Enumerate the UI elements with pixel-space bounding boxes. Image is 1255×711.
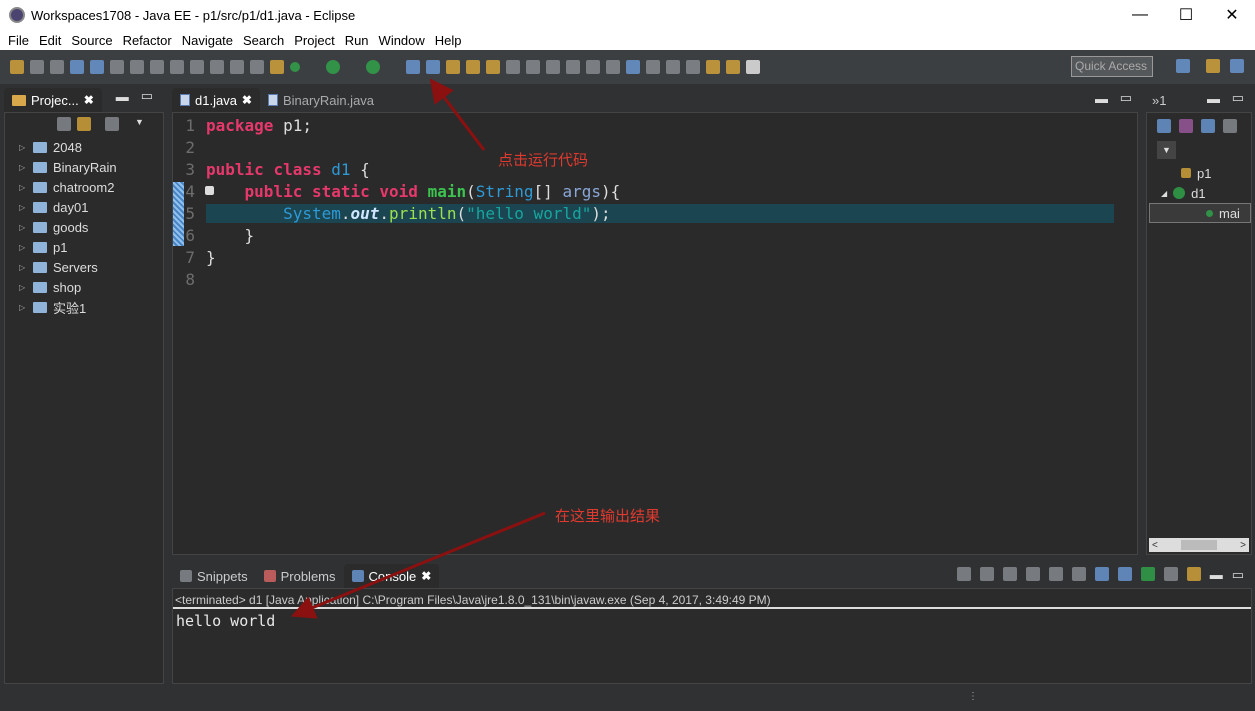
arrow-to-run	[429, 78, 486, 151]
annotation-output: 在这里输出结果	[555, 508, 661, 525]
annotation-run: 点击运行代码	[498, 152, 589, 169]
arrow-to-console	[290, 511, 546, 619]
annotation-arrows	[290, 78, 546, 619]
